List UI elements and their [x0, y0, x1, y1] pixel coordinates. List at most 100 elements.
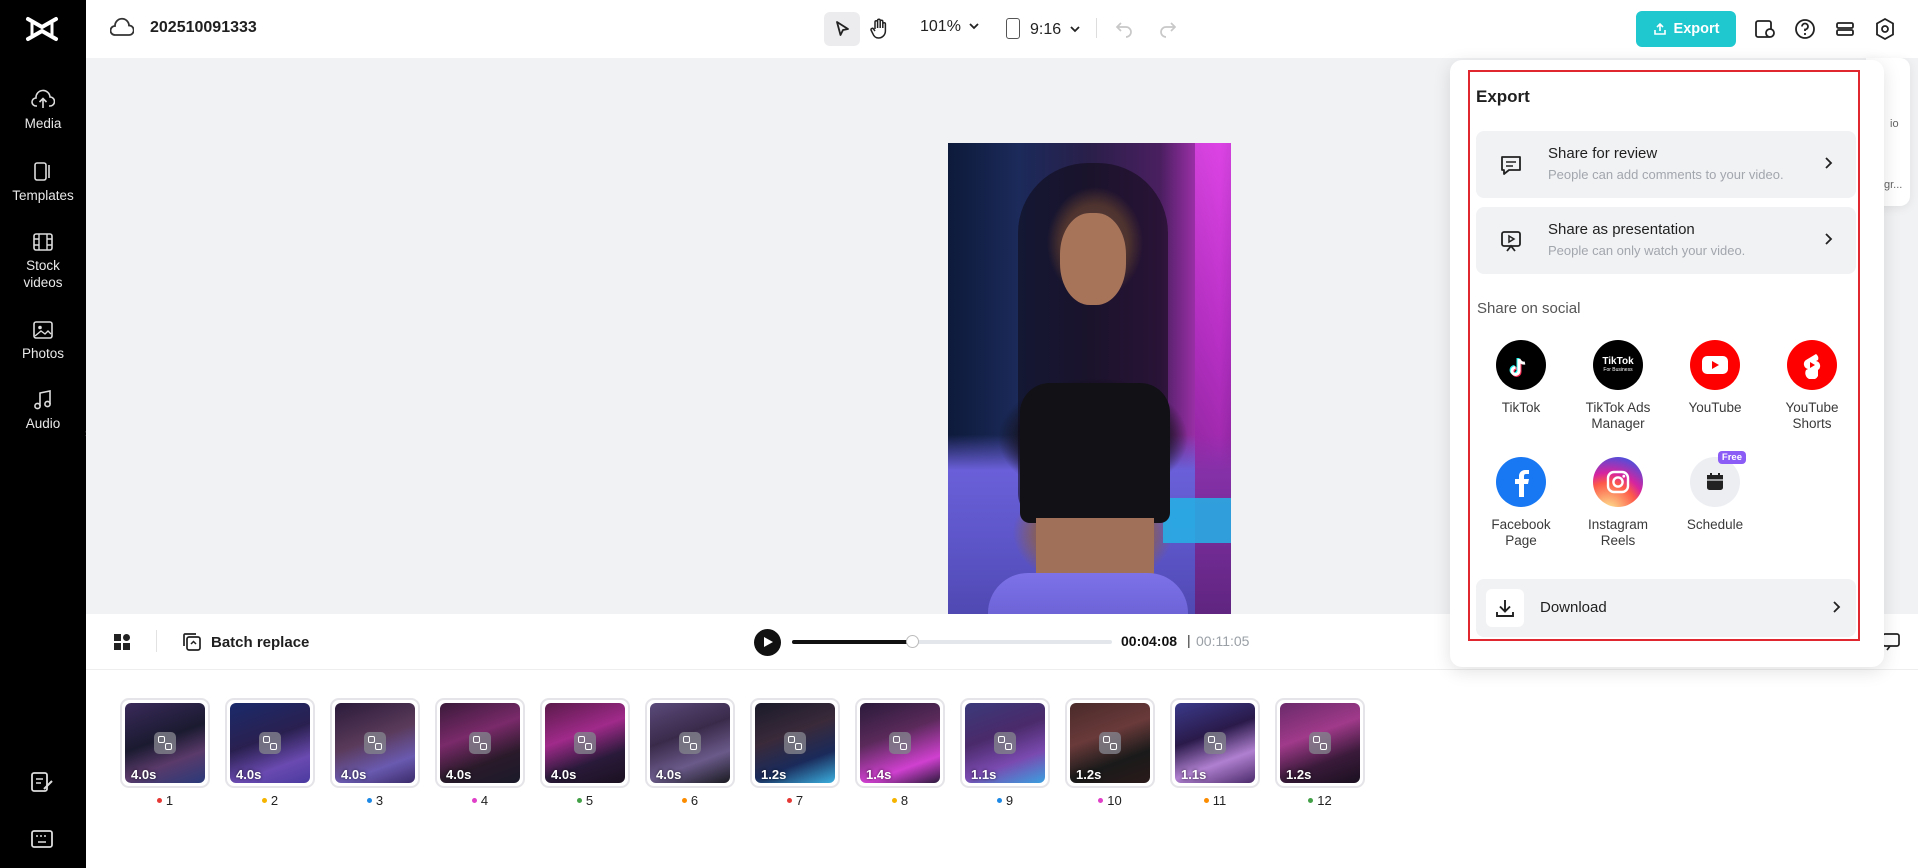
- edit-notes-icon[interactable]: [29, 769, 55, 795]
- hand-tool-button[interactable]: [861, 12, 897, 46]
- tiktok-logo-text: TikTok: [1602, 355, 1634, 367]
- scene-card[interactable]: 4.0s: [330, 698, 420, 788]
- video-background: [1195, 143, 1231, 646]
- keyboard-icon[interactable]: [29, 826, 55, 852]
- playback-scrubber[interactable]: [792, 635, 1112, 648]
- replace-media-icon[interactable]: [784, 732, 806, 754]
- scene-card[interactable]: 4.0s: [435, 698, 525, 788]
- layers-icon[interactable]: [1832, 16, 1858, 42]
- social-label: Schedule: [1686, 517, 1744, 532]
- scene-number: 9: [960, 793, 1050, 808]
- replace-media-icon[interactable]: [469, 732, 491, 754]
- replace-media-icon[interactable]: [574, 732, 596, 754]
- share-youtube-shorts-button[interactable]: YouTube Shorts: [1764, 340, 1860, 432]
- scene-color-dot: [471, 798, 477, 803]
- scene-number: 5: [540, 793, 630, 808]
- scene-card[interactable]: 4.0s: [540, 698, 630, 788]
- undo-icon[interactable]: [1114, 18, 1134, 38]
- replace-media-icon[interactable]: [1309, 732, 1331, 754]
- scene-color-dot: [1098, 798, 1104, 803]
- top-bar: 202510091333 101% 9:16 Export: [86, 0, 1918, 58]
- scene-card[interactable]: 4.0s: [225, 698, 315, 788]
- sidebar-item-audio[interactable]: Audio: [0, 389, 86, 432]
- schedule-button[interactable]: Free Schedule: [1667, 451, 1763, 533]
- scene-card[interactable]: 4.0s: [120, 698, 210, 788]
- share-tiktok-ads-manager-button[interactable]: TikTok For Business TikTok Ads Manager: [1570, 340, 1666, 432]
- scene-card[interactable]: 1.1s: [1170, 698, 1260, 788]
- aspect-ratio-icon: [1006, 18, 1020, 39]
- side-panel-label: io: [1890, 118, 1899, 130]
- replace-media-icon[interactable]: [889, 732, 911, 754]
- scene-layout-icon[interactable]: [112, 632, 132, 652]
- batch-replace-button[interactable]: Batch replace: [182, 632, 309, 652]
- batch-replace-icon: [183, 633, 201, 651]
- download-icon-box: [1486, 589, 1524, 627]
- scene-card[interactable]: 1.4s: [855, 698, 945, 788]
- youtube-icon: [1690, 340, 1740, 390]
- scene-number-label: 5: [585, 793, 594, 808]
- video-subject: [1020, 383, 1170, 523]
- chevron-right-icon: [1825, 233, 1833, 245]
- download-icon: [1496, 600, 1514, 617]
- help-icon[interactable]: [1792, 16, 1818, 42]
- social-label: Instagram Reels: [1587, 517, 1649, 548]
- replace-media-icon[interactable]: [994, 732, 1016, 754]
- share-for-review-button[interactable]: Share for review People can add comments…: [1476, 131, 1856, 198]
- zoom-dropdown[interactable]: 101%: [920, 18, 980, 36]
- scene-number-label: 6: [690, 793, 699, 808]
- video-preview[interactable]: [948, 143, 1231, 646]
- scene-thumbnail: 1.2s: [755, 703, 835, 783]
- scene-number: 2: [225, 793, 315, 808]
- instagram-icon: [1593, 457, 1643, 507]
- replace-media-icon[interactable]: [1099, 732, 1121, 754]
- scene-duration: 1.2s: [1286, 767, 1312, 782]
- scene-card[interactable]: 1.2s: [1275, 698, 1365, 788]
- capcut-logo[interactable]: [24, 13, 60, 45]
- chevron-down-icon: [969, 23, 980, 30]
- scene-number: 4: [435, 793, 525, 808]
- download-button[interactable]: Download: [1476, 579, 1856, 637]
- scene-card[interactable]: 1.1s: [960, 698, 1050, 788]
- cloud-sync-icon[interactable]: [110, 17, 134, 39]
- scene-thumbnail: 4.0s: [230, 703, 310, 783]
- settings-icon[interactable]: [1872, 16, 1898, 42]
- scene-duration: 1.2s: [761, 767, 787, 782]
- scrubber-handle[interactable]: [906, 635, 919, 648]
- toolbar-divider: [1096, 18, 1097, 38]
- aspect-ratio-dropdown[interactable]: 9:16: [1006, 18, 1081, 39]
- scene-card[interactable]: 4.0s: [645, 698, 735, 788]
- share-instagram-reels-button[interactable]: Instagram Reels: [1570, 457, 1666, 549]
- sidebar-item-stock-videos[interactable]: Stock videos: [0, 231, 86, 291]
- play-button[interactable]: [754, 629, 781, 656]
- share-tiktok-button[interactable]: TikTok: [1473, 340, 1569, 416]
- scene-color-dot: [681, 798, 687, 803]
- scene-card[interactable]: 1.2s: [750, 698, 840, 788]
- scene-duration: 4.0s: [236, 767, 262, 782]
- share-as-presentation-button[interactable]: Share as presentation People can only wa…: [1476, 207, 1856, 274]
- replace-media-icon[interactable]: [679, 732, 701, 754]
- comment-icon: [1501, 156, 1521, 175]
- export-button[interactable]: Export: [1636, 11, 1736, 47]
- replace-media-icon[interactable]: [259, 732, 281, 754]
- scene-thumbnail: 4.0s: [440, 703, 520, 783]
- replace-media-icon[interactable]: [364, 732, 386, 754]
- replace-media-icon[interactable]: [154, 732, 176, 754]
- redo-icon[interactable]: [1158, 18, 1178, 38]
- video-background: [1163, 498, 1231, 543]
- project-title[interactable]: 202510091333: [150, 19, 257, 37]
- sidebar-item-media[interactable]: Media: [0, 89, 86, 132]
- scene-color-dot: [996, 798, 1002, 803]
- sidebar-item-templates[interactable]: Templates: [0, 161, 86, 204]
- time-separator: |: [1187, 632, 1191, 648]
- share-review-subtitle: People can add comments to your video.: [1548, 167, 1784, 182]
- brand-kit-icon[interactable]: [1752, 16, 1778, 42]
- select-tool-button[interactable]: [824, 12, 860, 46]
- share-review-title: Share for review: [1548, 145, 1658, 162]
- zoom-value: 101%: [920, 18, 961, 35]
- divider: [156, 630, 157, 652]
- scene-card[interactable]: 1.2s: [1065, 698, 1155, 788]
- sidebar-item-photos[interactable]: Photos: [0, 319, 86, 362]
- replace-media-icon[interactable]: [1204, 732, 1226, 754]
- share-youtube-button[interactable]: YouTube: [1667, 340, 1763, 416]
- share-facebook-page-button[interactable]: Facebook Page: [1473, 457, 1569, 549]
